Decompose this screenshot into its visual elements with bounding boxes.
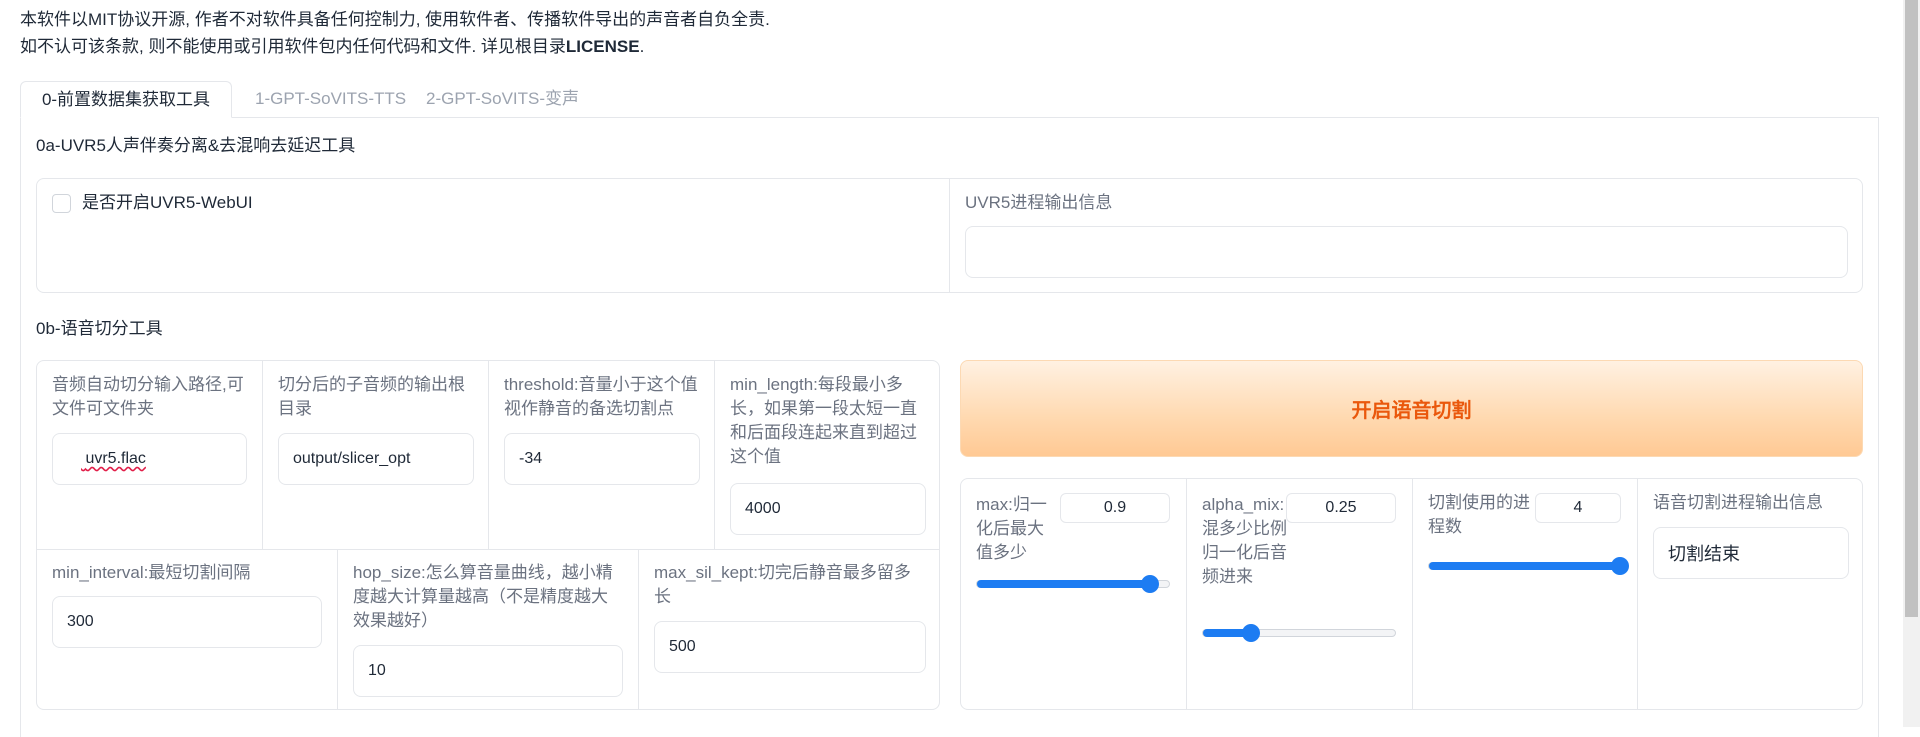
threshold-label: threshold:音量小于这个值视作静音的备选切割点	[504, 375, 698, 418]
license-notice: 本软件以MIT协议开源, 作者不对软件具备任何控制力, 使用软件者、传播软件导出…	[20, 6, 770, 60]
max-sil-kept-label: max_sil_kept:切完后静音最多留多长	[654, 563, 911, 606]
threshold-field[interactable]: -34	[504, 433, 700, 485]
process-count-slider[interactable]	[1428, 557, 1629, 575]
uvr5-webui-checkbox[interactable]	[52, 194, 71, 213]
grid-divider	[488, 361, 489, 549]
grid-divider	[1412, 479, 1413, 709]
grid-divider	[262, 361, 263, 549]
output-dir-field[interactable]: output/slicer_opt	[278, 433, 474, 485]
output-dir-label: 切分后的子音频的输出根目录	[278, 375, 465, 418]
input-path-field[interactable]: uvr5.flac	[52, 433, 247, 485]
page-scrollbar-thumb[interactable]	[1905, 0, 1918, 617]
hop-size-label: hop_size:怎么算音量曲线，越小精度越大计算量越高（不是精度越大效果越好）	[353, 563, 613, 630]
alpha-mix-number-input[interactable]: 0.25	[1286, 493, 1396, 523]
tab-tts[interactable]: 1-GPT-SoVITS-TTS	[255, 81, 406, 118]
slicer-section-title: 0b-语音切分工具	[36, 319, 163, 338]
slicer-output-textbox[interactable]: 切割结束	[1653, 527, 1849, 579]
alpha-mix-label: alpha_mix:混多少比例归一化后音频进来	[1202, 495, 1287, 586]
input-path-value: uvr5.flac	[85, 450, 146, 467]
tab-voice-change[interactable]: 2-GPT-SoVITS-变声	[426, 81, 579, 118]
grid-divider	[638, 549, 639, 709]
uvr5-divider	[949, 179, 950, 292]
process-count-slider-fill	[1429, 562, 1620, 570]
uvr5-webui-checkbox-label[interactable]: 是否开启UVR5-WebUI	[82, 191, 253, 215]
max-slider-fill	[977, 580, 1150, 588]
max-slider-handle[interactable]	[1140, 575, 1159, 593]
hop-size-field[interactable]: 10	[353, 645, 623, 697]
start-slicing-button[interactable]: 开启语音切割	[960, 360, 1863, 457]
license-line-2-suffix: .	[639, 37, 645, 56]
grid-divider	[1637, 479, 1638, 709]
max-number-input[interactable]: 0.9	[1060, 493, 1170, 523]
max-label: max:归一化后最大值多少	[976, 495, 1047, 562]
uvr5-panel: 是否开启UVR5-WebUI UVR5进程输出信息	[36, 178, 1863, 293]
min-length-field[interactable]: 4000	[730, 483, 926, 535]
input-path-label: 音频自动切分输入路径,可文件可文件夹	[52, 375, 244, 418]
uvr5-output-textbox[interactable]	[965, 226, 1848, 278]
min-interval-field[interactable]: 300	[52, 596, 322, 648]
process-count-number-input[interactable]: 4	[1535, 493, 1621, 523]
max-slider[interactable]	[976, 575, 1170, 593]
alpha-mix-slider-handle[interactable]	[1242, 624, 1260, 642]
alpha-mix-slider[interactable]	[1202, 624, 1396, 642]
uvr5-section-title: 0a-UVR5人声伴奏分离&去混响去延迟工具	[36, 136, 356, 155]
process-count-slider-handle[interactable]	[1611, 557, 1629, 575]
min-length-label: min_length:每段最小多长，如果第一段太短一直和后面段连起来直到超过这个…	[730, 375, 917, 466]
grid-divider	[337, 549, 338, 709]
max-sil-kept-field[interactable]: 500	[654, 621, 926, 673]
min-interval-label: min_interval:最短切割间隔	[52, 563, 251, 582]
tab-dataset-tools[interactable]: 0-前置数据集获取工具	[20, 81, 232, 118]
grid-divider	[1186, 479, 1187, 709]
grid-divider	[714, 361, 715, 549]
grid-divider	[37, 549, 939, 550]
slicer-output-label: 语音切割进程输出信息	[1653, 493, 1823, 512]
license-line-2: 如不认可该条款, 则不能使用或引用软件包内任何代码和文件. 详见根目录LICEN…	[20, 33, 770, 60]
page-scrollbar[interactable]	[1903, 0, 1920, 727]
license-line-1: 本软件以MIT协议开源, 作者不对软件具备任何控制力, 使用软件者、传播软件导出…	[20, 10, 770, 29]
process-count-label: 切割使用的进程数	[1428, 493, 1530, 536]
license-line-2-text: 如不认可该条款, 则不能使用或引用软件包内任何代码和文件. 详见根目录	[20, 37, 566, 56]
license-link: LICENSE	[565, 37, 640, 56]
slicer-params-panel: 音频自动切分输入路径,可文件可文件夹 uvr5.flac 切分后的子音频的输出根…	[36, 360, 940, 710]
slicer-controls-panel: max:归一化后最大值多少 0.9 alpha_mix:混多少比例归一化后音频进…	[960, 478, 1863, 710]
uvr5-output-label: UVR5进程输出信息	[965, 193, 1113, 212]
